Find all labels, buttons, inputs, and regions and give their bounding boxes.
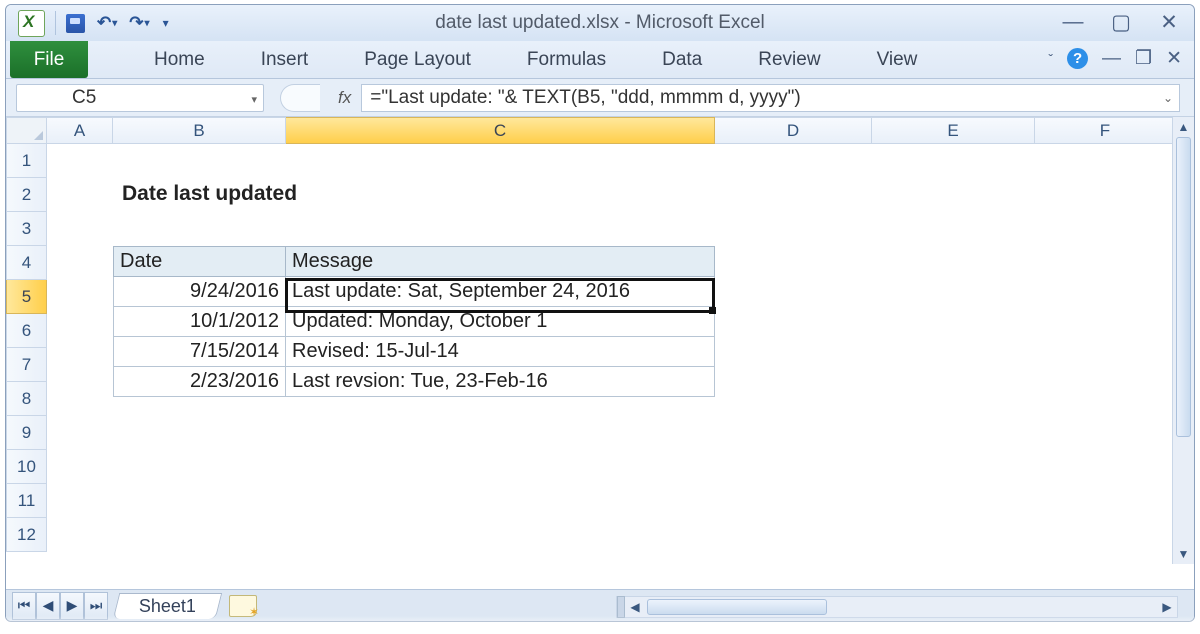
name-box-caret-icon[interactable]: ▾	[251, 93, 257, 106]
formula-bar: fx ="Last update: "& TEXT(B5, "ddd, mmmm…	[280, 84, 1180, 112]
scroll-right-icon[interactable]: ▶	[1157, 600, 1177, 614]
maximize-button[interactable]: ▢	[1110, 11, 1132, 33]
tab-home[interactable]: Home	[126, 41, 233, 78]
redo-button[interactable]: ↷▾	[129, 13, 149, 33]
tab-review[interactable]: Review	[730, 41, 848, 78]
row-header-9[interactable]: 9	[6, 416, 47, 450]
ribbon-right-controls: ˇ ? — ❐ ✕	[1048, 47, 1182, 70]
row-header-5[interactable]: 5	[6, 280, 47, 314]
cell-b7: 7/15/2014	[113, 337, 286, 367]
col-header-E[interactable]: E	[872, 117, 1035, 144]
cell-title: Date last updated	[122, 182, 297, 206]
undo-button[interactable]: ↶▾	[97, 13, 117, 33]
select-all-button[interactable]	[6, 117, 47, 144]
spreadsheet-grid: A B C D E F 1 2 3 4 5 6 7 8 9 10 11 12 D…	[6, 117, 1194, 564]
row-header-2[interactable]: 2	[6, 178, 47, 212]
col-header-B[interactable]: B	[113, 117, 286, 144]
new-sheet-button[interactable]	[229, 595, 257, 617]
workbook-close-button[interactable]: ✕	[1166, 47, 1182, 70]
tab-data[interactable]: Data	[634, 41, 730, 78]
cell-c7: Revised: 15-Jul-14	[286, 337, 715, 367]
workbook-minimize-button[interactable]: —	[1102, 48, 1121, 70]
vertical-scrollbar[interactable]: ▲ ▼	[1172, 117, 1194, 564]
quick-access-toolbar: ↶▾ ↷▾ ▾	[66, 13, 169, 33]
data-table: Date Message 9/24/2016 Last update: Sat,…	[113, 246, 715, 397]
row-header-1[interactable]: 1	[6, 144, 47, 178]
fade-overlay	[0, 616, 1200, 630]
fx-button-bg	[280, 84, 320, 112]
col-header-C[interactable]: C	[286, 117, 715, 144]
cell-c5: Last update: Sat, September 24, 2016	[286, 277, 715, 307]
separator	[55, 11, 56, 35]
col-header-A[interactable]: A	[47, 117, 113, 144]
workbook-restore-button[interactable]: ❐	[1135, 47, 1152, 70]
formula-text: ="Last update: "& TEXT(B5, "ddd, mmmm d,…	[370, 87, 801, 109]
close-button[interactable]: ✕	[1158, 11, 1180, 33]
scroll-left-icon[interactable]: ◀	[625, 600, 645, 614]
row-header-10[interactable]: 10	[6, 450, 47, 484]
vscroll-thumb[interactable]	[1176, 137, 1191, 437]
minimize-button[interactable]: —	[1062, 11, 1084, 33]
excel-window: ↶▾ ↷▾ ▾ date last updated.xlsx - Microso…	[5, 4, 1195, 622]
window-controls: — ▢ ✕	[1062, 11, 1180, 33]
row-header-8[interactable]: 8	[6, 382, 47, 416]
th-date: Date	[113, 246, 286, 277]
ribbon-minimize-caret-icon[interactable]: ˇ	[1048, 51, 1053, 67]
name-box-value: C5	[72, 87, 96, 109]
column-headers: A B C D E F	[6, 117, 1176, 144]
fx-icon[interactable]: fx	[338, 88, 351, 108]
cells-area[interactable]: Date last updated Date Message 9/24/2016…	[47, 144, 1172, 564]
formula-expand-icon[interactable]: ⌄	[1163, 91, 1173, 105]
help-icon[interactable]: ?	[1067, 48, 1088, 69]
tab-file[interactable]: File	[10, 41, 88, 78]
row-header-11[interactable]: 11	[6, 484, 47, 518]
cell-b6: 10/1/2012	[113, 307, 286, 337]
col-header-F[interactable]: F	[1035, 117, 1176, 144]
scroll-up-icon[interactable]: ▲	[1173, 117, 1194, 137]
redo-caret-icon[interactable]: ▾	[145, 18, 150, 29]
row-header-12[interactable]: 12	[6, 518, 47, 552]
tab-insert[interactable]: Insert	[233, 41, 337, 78]
excel-logo-icon	[18, 10, 45, 37]
row-header-7[interactable]: 7	[6, 348, 47, 382]
cell-b8: 2/23/2016	[113, 367, 286, 397]
horizontal-scrollbar[interactable]: ◀ ▶	[616, 596, 1178, 618]
cell-b5: 9/24/2016	[113, 277, 286, 307]
cell-c8: Last revsion: Tue, 23-Feb-16	[286, 367, 715, 397]
col-header-D[interactable]: D	[715, 117, 872, 144]
ribbon-tabs: File Home Insert Page Layout Formulas Da…	[6, 41, 1194, 79]
row-header-6[interactable]: 6	[6, 314, 47, 348]
row-header-4[interactable]: 4	[6, 246, 47, 280]
cell-c6: Updated: Monday, October 1	[286, 307, 715, 337]
window-title: date last updated.xlsx - Microsoft Excel	[6, 12, 1194, 34]
hscroll-split-handle[interactable]	[617, 596, 625, 618]
th-message: Message	[286, 246, 715, 277]
undo-caret-icon[interactable]: ▾	[112, 18, 117, 29]
tab-page-layout[interactable]: Page Layout	[336, 41, 499, 78]
qat-customize-caret-icon[interactable]: ▾	[163, 16, 169, 30]
save-icon[interactable]	[66, 14, 85, 33]
formula-bar-row: C5 ▾ fx ="Last update: "& TEXT(B5, "ddd,…	[6, 79, 1194, 117]
tab-view[interactable]: View	[849, 41, 946, 78]
row-headers: 1 2 3 4 5 6 7 8 9 10 11 12	[6, 144, 47, 552]
title-bar: ↶▾ ↷▾ ▾ date last updated.xlsx - Microso…	[6, 5, 1194, 41]
scroll-down-icon[interactable]: ▼	[1173, 544, 1194, 564]
formula-input[interactable]: ="Last update: "& TEXT(B5, "ddd, mmmm d,…	[361, 84, 1180, 112]
hscroll-thumb[interactable]	[647, 599, 827, 615]
sheet-tab-label: Sheet1	[139, 596, 196, 617]
name-box[interactable]: C5 ▾	[16, 84, 264, 112]
sheet-tab-sheet1[interactable]: Sheet1	[113, 593, 223, 619]
hscroll-track[interactable]	[645, 597, 1157, 617]
tab-formulas[interactable]: Formulas	[499, 41, 634, 78]
row-header-3[interactable]: 3	[6, 212, 47, 246]
